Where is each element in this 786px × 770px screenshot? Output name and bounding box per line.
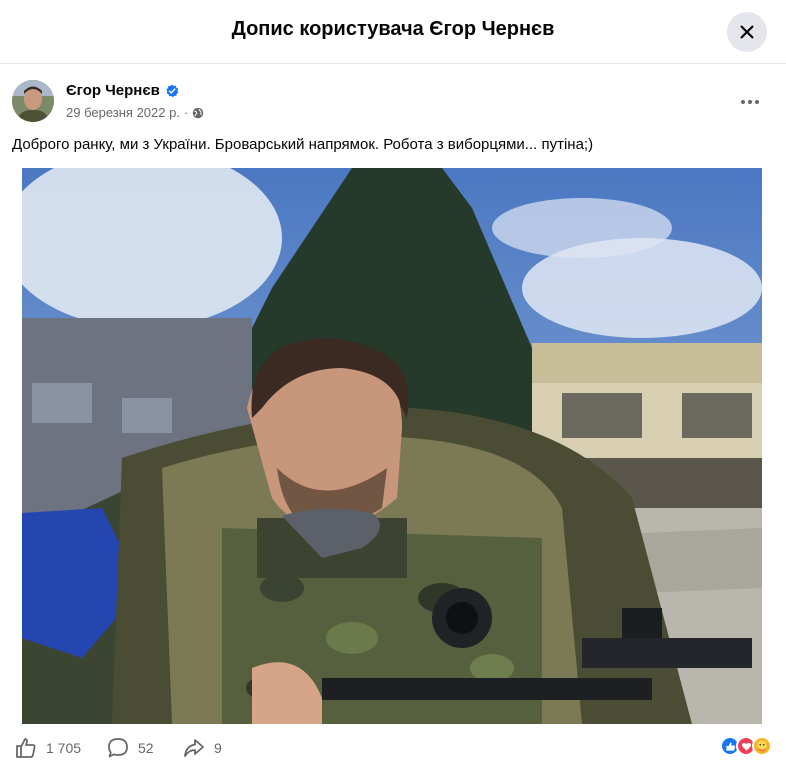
share-stat[interactable]: 9 [182,736,222,760]
reactions-summary[interactable] [720,736,772,756]
like-stat[interactable]: 1 705 [14,736,81,760]
dialog-title: Допис користувача Єгор Чернєв [231,18,555,40]
care-reaction-icon [752,736,772,756]
share-icon [184,739,204,757]
like-count: 1 705 [46,740,82,756]
globe-icon [193,107,204,118]
comment-stat[interactable]: 52 [106,736,154,760]
verified-badge-icon [166,84,179,97]
avatar-image [12,80,54,122]
post-header: Єгор Чернєв 29 березня 2022 р. · [0,76,786,126]
thumbs-up-icon [16,738,36,758]
dialog-header: Допис користувача Єгор Чернєв [0,0,786,64]
post-text: Доброго ранку, ми з України. Броварський… [12,136,594,153]
photo-image [22,168,762,724]
comment-icon [108,738,128,758]
comment-count: 52 [138,740,154,756]
avatar[interactable] [12,80,54,122]
share-count: 9 [214,740,222,756]
more-horizontal-icon [741,100,759,104]
more-options-button[interactable] [732,84,768,120]
post-photo[interactable] [22,168,762,724]
author-row: Єгор Чернєв [66,82,179,99]
post-date[interactable]: 29 березня 2022 р. [66,105,180,120]
post-dialog: Допис користувача Єгор Чернєв Єгор Чернє… [0,0,786,770]
author-name[interactable]: Єгор Чернєв [66,82,160,99]
post-meta: 29 березня 2022 р. · [66,105,204,120]
close-button[interactable] [727,12,767,52]
meta-separator: · [183,105,189,120]
close-icon [740,25,754,39]
post-footer: 1 705 52 9 [0,728,786,766]
